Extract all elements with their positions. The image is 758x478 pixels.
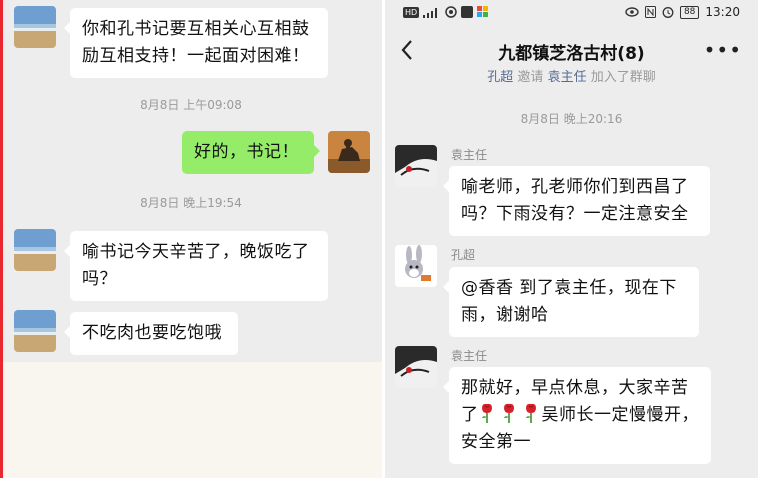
avatar-yuan[interactable] [395,145,437,187]
message-bubble[interactable]: 你和孔书记要互相关心互相鼓励互相支持！一起面对困难！ [64,8,328,78]
battery-indicator: 88 [679,5,700,19]
timestamp: 8月8日 晚上20:16 [520,112,623,126]
left-chat-screen: 你和孔书记要互相关心互相鼓励互相支持！一起面对困难！ 8月8日 上午09:08 … [0,0,382,478]
message-bubble[interactable]: @香香 到了袁主任，现在下雨，谢谢哈 [443,267,699,337]
signal-icon [423,7,438,18]
alarm-icon [662,7,674,18]
rose-emoji-icon [503,403,514,423]
notice-word: 邀请 [517,70,544,82]
message-bubble[interactable]: 不吃肉也要吃饱哦 [64,312,238,355]
more-icon[interactable]: ••• [704,38,742,62]
invitee-link[interactable]: 袁主任 [548,70,587,82]
sender-name: 袁主任 [451,148,488,162]
avatar-kong[interactable] [395,245,437,287]
message-text-part: 吴师长一定慢慢开，安全第一 [461,405,699,452]
notice-tail: 加入了群聊 [590,70,656,82]
clock: 13:20 [705,5,740,19]
message-bubble[interactable]: 那就好，早点休息，大家辛苦了 吴师长一定慢慢开，安全第一 [443,367,711,464]
sender-name: 孔超 [451,248,476,262]
sent-message-bubble[interactable]: 好的，书记！ [182,131,320,174]
timestamp: 8月8日 晚上19:54 [140,196,242,210]
inviter-link[interactable]: 孔超 [487,70,513,82]
app-icon [461,6,474,18]
eye-icon [625,7,639,17]
avatar-beach[interactable] [14,310,56,352]
message-bubble[interactable]: 喻书记今天辛苦了，晚饭吃了吗？ [64,231,328,301]
avatar-yuan[interactable] [395,346,437,388]
nfc-icon [644,6,656,18]
sender-name: 袁主任 [451,349,488,363]
status-bar: HD 88 13:20 [385,0,758,26]
avatar-horseman[interactable] [328,131,370,173]
message-bubble[interactable]: 喻老师，孔老师你们到西昌了吗？下雨没有？一定注意安全 [443,166,710,236]
rose-emoji-icon [481,403,492,423]
system-notice: 孔超 邀请 袁主任 加入了群聊 [385,66,758,82]
status-icons-left: HD [403,6,489,18]
wifi-icon [445,6,457,18]
avatar-beach[interactable] [14,6,56,48]
hd-icon: HD [403,6,420,18]
input-area [3,362,382,478]
avatar-beach[interactable] [14,229,56,271]
timestamp: 8月8日 上午09:08 [140,98,242,112]
status-icons-right: 88 13:20 [625,5,740,19]
right-chat-screen: HD 88 13:20 九都镇芝洛古村(8) ••• 孔超 邀请 袁主任 加入了… [385,0,758,478]
colorful-app-icon [477,6,489,17]
group-title: 九都镇芝洛古村(8) [498,44,645,64]
rose-emoji-icon [525,403,536,423]
